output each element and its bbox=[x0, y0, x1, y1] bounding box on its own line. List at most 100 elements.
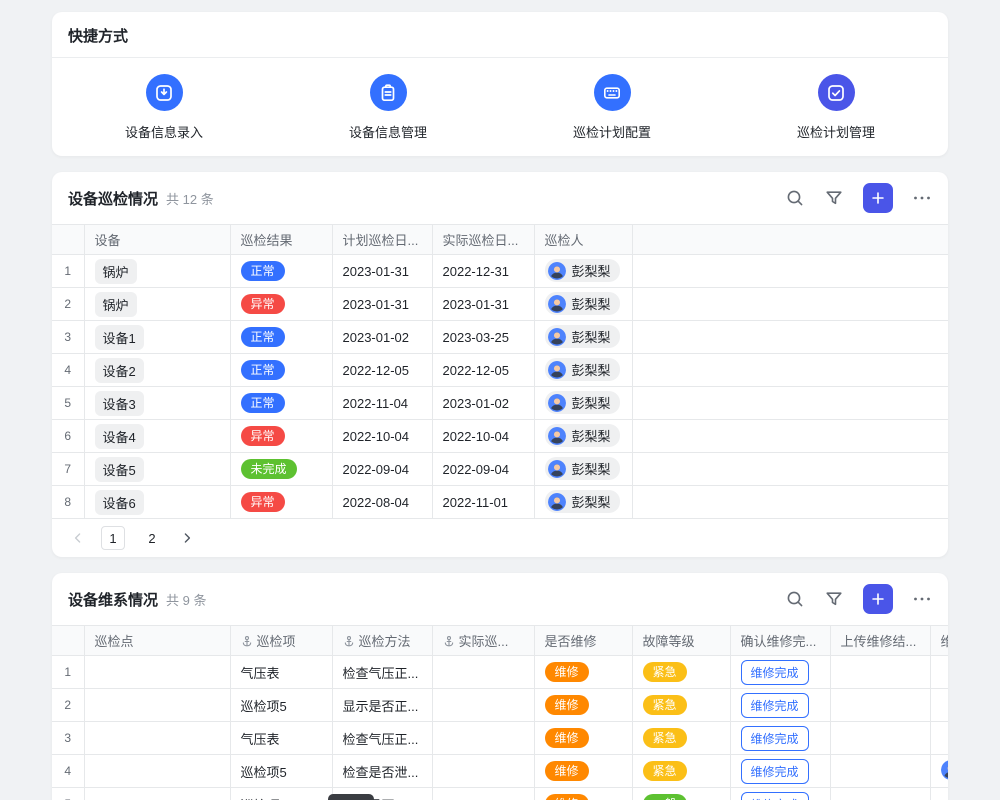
shortcut-device-entry[interactable]: 设备信息录入 bbox=[52, 74, 276, 141]
table-row[interactable]: 5 巡检项5 显示是否正... 维修 一般 维修完成 bbox=[52, 788, 948, 800]
col-item[interactable]: 巡检项 bbox=[230, 626, 332, 656]
col-worker[interactable]: 维... bbox=[930, 626, 948, 656]
device-chip: 设备4 bbox=[95, 424, 144, 449]
lookup-icon bbox=[443, 635, 455, 647]
person-chip: 彭梨梨 bbox=[545, 391, 620, 414]
table-row[interactable]: 6 设备4 异常 2022-10-04 2022-10-04 彭梨梨 bbox=[52, 420, 948, 453]
row-number-header bbox=[52, 225, 84, 255]
table-row[interactable]: 2 巡检项5 显示是否正... 维修 紧急 维修完成 bbox=[52, 689, 948, 722]
planned-date: 2022-12-05 bbox=[332, 354, 432, 387]
table-row[interactable]: 3 气压表 检查气压正... 维修 紧急 维修完成 bbox=[52, 722, 948, 755]
person-name: 彭梨梨 bbox=[572, 393, 611, 412]
table-row[interactable]: 5 设备3 正常 2022-11-04 2023-01-02 彭梨梨 bbox=[52, 387, 948, 420]
filler-cell bbox=[632, 321, 948, 354]
maintenance-header-row: 巡检点 巡检项 巡检方法 实际巡... 是否维修 故障等级 确认维修完... 上… bbox=[52, 626, 948, 656]
person-name: 彭梨梨 bbox=[572, 360, 611, 379]
filter-icon[interactable] bbox=[824, 188, 844, 208]
person-chip: 彭梨梨 bbox=[545, 490, 620, 513]
table-row[interactable]: 2 锅炉 异常 2023-01-31 2023-01-31 彭梨梨 bbox=[52, 288, 948, 321]
planned-date: 2023-01-31 bbox=[332, 288, 432, 321]
col-confirm[interactable]: 确认维修完... bbox=[730, 626, 830, 656]
level-badge: 紧急 bbox=[643, 761, 687, 781]
col-point[interactable]: 巡检点 bbox=[84, 626, 230, 656]
upload-cell bbox=[830, 788, 930, 800]
col-device[interactable]: 设备 bbox=[84, 225, 230, 255]
repair-done-button[interactable]: 维修完成 bbox=[741, 726, 809, 751]
table-row[interactable]: 7 设备5 未完成 2022-09-04 2022-09-04 彭梨梨 bbox=[52, 453, 948, 486]
col-repair[interactable]: 是否维修 bbox=[534, 626, 632, 656]
repair-done-button[interactable]: 维修完成 bbox=[741, 660, 809, 685]
planned-date: 2022-09-04 bbox=[332, 453, 432, 486]
person-chip: 彭梨梨 bbox=[545, 457, 620, 480]
avatar bbox=[548, 427, 566, 445]
repair-done-button[interactable]: 维修完成 bbox=[741, 693, 809, 718]
filler-cell bbox=[632, 288, 948, 321]
device-chip: 设备2 bbox=[95, 358, 144, 383]
person-chip: 彭梨梨 bbox=[545, 259, 620, 282]
person-name: 彭梨梨 bbox=[572, 261, 611, 280]
shortcut-device-manage[interactable]: 设备信息管理 bbox=[276, 74, 500, 141]
col-level[interactable]: 故障等级 bbox=[632, 626, 730, 656]
col-result[interactable]: 巡检结果 bbox=[230, 225, 332, 255]
point-cell bbox=[84, 656, 230, 689]
row-number: 2 bbox=[52, 288, 84, 321]
search-icon[interactable] bbox=[785, 589, 805, 609]
col-filler bbox=[632, 225, 948, 255]
table-row[interactable]: 4 巡检项5 检查是否泄... 维修 紧急 维修完成 bbox=[52, 755, 948, 788]
search-icon[interactable] bbox=[785, 188, 805, 208]
add-record-button[interactable] bbox=[863, 584, 893, 614]
prev-page-icon[interactable] bbox=[70, 530, 86, 546]
actual-cell bbox=[432, 788, 534, 800]
more-icon[interactable] bbox=[912, 188, 932, 208]
repair-badge: 维修 bbox=[545, 662, 589, 682]
repair-done-button[interactable]: 维修完成 bbox=[741, 759, 809, 784]
person-name: 彭梨梨 bbox=[572, 492, 611, 511]
plan-config-icon bbox=[594, 74, 631, 111]
row-number: 8 bbox=[52, 486, 84, 519]
planned-date: 2023-01-31 bbox=[332, 255, 432, 288]
result-badge: 正常 bbox=[241, 261, 285, 281]
maintenance-toolbar bbox=[785, 584, 932, 614]
col-actual-date[interactable]: 实际巡检日... bbox=[432, 225, 534, 255]
table-row[interactable]: 3 设备1 正常 2023-01-02 2023-03-25 彭梨梨 bbox=[52, 321, 948, 354]
filler-cell bbox=[632, 420, 948, 453]
method-cell: 检查气压正... bbox=[332, 722, 432, 755]
add-record-button[interactable] bbox=[863, 183, 893, 213]
row-number: 6 bbox=[52, 420, 84, 453]
col-inspector[interactable]: 巡检人 bbox=[534, 225, 632, 255]
shortcut-plan-manage[interactable]: 巡检计划管理 bbox=[724, 74, 948, 141]
col-method[interactable]: 巡检方法 bbox=[332, 626, 432, 656]
page-button-2[interactable]: 2 bbox=[140, 526, 164, 550]
filter-icon[interactable] bbox=[824, 589, 844, 609]
pagination: 1 2 bbox=[52, 519, 948, 557]
table-row[interactable]: 4 设备2 正常 2022-12-05 2022-12-05 彭梨梨 bbox=[52, 354, 948, 387]
avatar bbox=[548, 493, 566, 511]
avatar bbox=[548, 460, 566, 478]
actual-date: 2022-09-04 bbox=[432, 453, 534, 486]
lookup-icon bbox=[343, 635, 355, 647]
inspection-table: 设备 巡检结果 计划巡检日... 实际巡检日... 巡检人 1 锅炉 正常 20… bbox=[52, 224, 948, 519]
device-chip: 设备1 bbox=[95, 325, 144, 350]
actual-cell bbox=[432, 656, 534, 689]
device-chip: 锅炉 bbox=[95, 259, 137, 284]
col-actual[interactable]: 实际巡... bbox=[432, 626, 534, 656]
table-row[interactable]: 1 气压表 检查气压正... 维修 紧急 维修完成 bbox=[52, 656, 948, 689]
result-badge: 未完成 bbox=[241, 459, 297, 479]
col-upload[interactable]: 上传维修结... bbox=[830, 626, 930, 656]
page-button-1[interactable]: 1 bbox=[101, 526, 125, 550]
repair-done-button[interactable]: 维修完成 bbox=[741, 792, 809, 800]
result-badge: 正常 bbox=[241, 393, 285, 413]
table-row[interactable]: 8 设备6 异常 2022-08-04 2022-11-01 彭梨梨 bbox=[52, 486, 948, 519]
filler-cell bbox=[632, 255, 948, 288]
shortcut-plan-config[interactable]: 巡检计划配置 bbox=[500, 74, 724, 141]
more-icon[interactable] bbox=[912, 589, 932, 609]
person-name: 彭梨梨 bbox=[572, 459, 611, 478]
device-chip: 锅炉 bbox=[95, 292, 137, 317]
filler-cell bbox=[632, 486, 948, 519]
col-planned-date[interactable]: 计划巡检日... bbox=[332, 225, 432, 255]
next-page-icon[interactable] bbox=[179, 530, 195, 546]
row-number: 1 bbox=[52, 656, 84, 689]
table-row[interactable]: 1 锅炉 正常 2023-01-31 2022-12-31 彭梨梨 bbox=[52, 255, 948, 288]
person-name: 彭梨梨 bbox=[572, 327, 611, 346]
inspection-title: 设备巡检情况 bbox=[68, 188, 158, 209]
